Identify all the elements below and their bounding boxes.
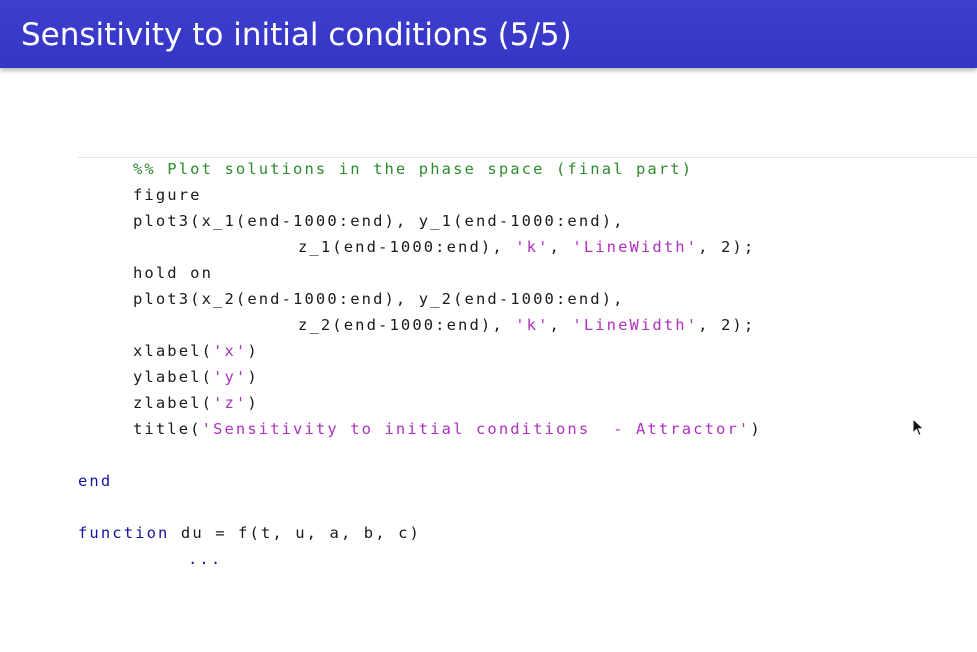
code-text: , (549, 316, 573, 334)
code-text: plot3(x_1(end-1000:end), y_1(end-1000:en… (133, 212, 625, 230)
mouse-pointer-icon (912, 418, 925, 437)
code-line-1: %% Plot solutions in the phase space (fi… (133, 159, 693, 179)
code-text: , 2); (698, 238, 756, 256)
code-text: ) (750, 420, 762, 438)
code-text: plot3(x_2(end-1000:end), y_2(end-1000:en… (133, 290, 625, 308)
code-string: 'z' (213, 394, 248, 412)
code-keyword: function (78, 524, 170, 542)
code-line-9: ylabel('y') (133, 367, 259, 387)
code-line-14: ... (188, 549, 222, 569)
code-line-4: z_1(end-1000:end), 'k', 'LineWidth', 2); (298, 237, 755, 257)
title-bar: Sensitivity to initial conditions (5/5) (0, 0, 977, 68)
code-string: 'y' (213, 368, 248, 386)
code-string: 'LineWidth' (572, 238, 699, 256)
code-line-13: function du = f(t, u, a, b, c) (78, 523, 421, 543)
code-line-5: hold on (133, 263, 213, 283)
code-text: title( (133, 420, 202, 438)
code-string: 'LineWidth' (572, 316, 699, 334)
code-line-6: plot3(x_2(end-1000:end), y_2(end-1000:en… (133, 289, 625, 309)
code-text: , 2); (698, 316, 756, 334)
code-line-8: xlabel('x') (133, 341, 259, 361)
code-string: 'k' (515, 316, 550, 334)
code-text: ) (247, 342, 259, 360)
code-text: figure (133, 186, 202, 204)
code-keyword: end (78, 472, 113, 490)
code-line-10: zlabel('z') (133, 393, 259, 413)
code-comment: %% Plot solutions in the phase space (fi… (133, 160, 694, 178)
code-text: ylabel( (133, 368, 214, 386)
code-text: ) (247, 368, 259, 386)
code-string: 'Sensitivity to initial conditions - Att… (201, 420, 751, 438)
slide: Sensitivity to initial conditions (5/5) … (0, 0, 977, 652)
code-text: xlabel( (133, 342, 214, 360)
code-text: hold on (133, 264, 214, 282)
code-line-2: figure (133, 185, 202, 205)
code-string: 'k' (515, 238, 550, 256)
slide-title: Sensitivity to initial conditions (5/5) (21, 17, 572, 53)
code-block-top-rule (78, 157, 977, 158)
code-text: z_2(end-1000:end), (298, 316, 516, 334)
code-line-12: end (78, 471, 112, 491)
code-string: 'x' (213, 342, 248, 360)
code-ellipsis: ... (188, 550, 223, 568)
code-line-7: z_2(end-1000:end), 'k', 'LineWidth', 2); (298, 315, 755, 335)
code-text: , (549, 238, 573, 256)
code-text: z_1(end-1000:end), (298, 238, 516, 256)
code-line-3: plot3(x_1(end-1000:end), y_1(end-1000:en… (133, 211, 625, 231)
code-text: du = f(t, u, a, b, c) (169, 524, 421, 542)
code-text: ) (247, 394, 259, 412)
code-text: zlabel( (133, 394, 214, 412)
code-line-11: title('Sensitivity to initial conditions… (133, 419, 762, 439)
